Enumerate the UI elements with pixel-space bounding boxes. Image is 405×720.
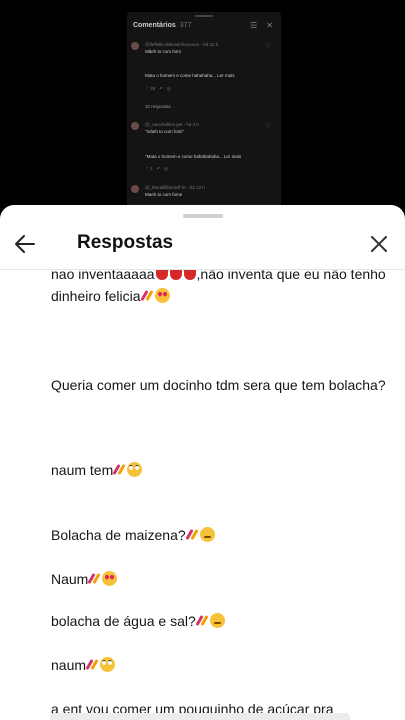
comment-text-2: Mata o homem e come hahahaha... Ler mais [145,73,235,78]
reply-text: nao inventaaaaa ,não inventa que eu não t… [51,270,386,307]
comments-count: 377 [179,22,192,29]
comment-text: "mãeh to com fomi" [145,129,184,134]
background-comments-view: Comentários 377 ☰ ✕ @fleflefle.delicatinho… [0,0,405,215]
eye-roll-emoji-icon [127,462,143,477]
comments-header-icons: ☰ ✕ [241,21,273,30]
comment-user[interactable]: @_nancheflins.pet - há 3 h [145,122,199,128]
reply-text-part: Bolacha de maizena? [51,527,186,543]
comment-item[interactable]: @_fiterallfilbestcff·fe - há 13 h Maeh t… [131,185,275,205]
dancer-emoji-icon [155,270,168,280]
sparkles-emoji-icon [141,288,154,303]
reply-text-part: bolacha de água e sal? [51,613,196,629]
reply-text: Naum [51,568,386,590]
filter-icon[interactable]: ☰ [250,21,257,30]
sparkles-emoji-icon [86,657,99,672]
like-count: 28 [150,86,156,91]
close-icon[interactable]: ✕ [266,21,273,30]
comment-actions: ♡ 28 ↶ ◎ [145,86,171,91]
sparkles-emoji-icon [186,527,199,542]
comment-item[interactable]: @fleflefle.delicatinhoooooo - há 22 h Mã… [131,42,275,109]
comment-item[interactable]: @_nancheflins.pet - há 3 h "mãeh to com … [131,122,275,182]
awkward-face-emoji-icon [199,527,215,542]
close-icon[interactable] [367,232,391,256]
like-icon[interactable]: ♡ [266,44,271,50]
reply-text-part: Naum [51,571,89,587]
reply-text-part: nao inventaaaaa [51,270,155,282]
awkward-face-emoji-icon [209,613,225,628]
avatar[interactable] [131,185,139,193]
comments-drag-handle [195,15,213,17]
bottom-input-bar[interactable] [50,713,350,720]
replies-sheet: Respostas nao inventaaaaa ,não inventa qu… [0,205,405,720]
heart-eyes-emoji-icon [102,571,118,586]
comment-actions: ♡ 1 ↶ ◎ [145,166,169,171]
comment-user[interactable]: @_fiterallfilbestcff·fe - há 13 h [145,185,205,191]
sparkles-emoji-icon [196,613,209,628]
reply-text: Queria comer um docinho tdm sera que tem… [51,374,386,396]
reply-text-part: naum tem [51,462,114,478]
reply-text: naum [51,654,386,676]
avatar[interactable] [131,122,139,130]
reply-text: naum tem [51,459,386,481]
reply-text-part: naum [51,657,87,673]
comments-header: Comentários 377 [133,22,191,29]
sparkles-emoji-icon [113,462,126,477]
comment-text-2: "Mata o homem e come hahahahaha... Ler m… [145,154,242,159]
replies-link[interactable]: 32 respostas [145,104,171,110]
heart-eyes-emoji-icon [154,288,170,303]
dancer-emoji-icon [169,270,182,280]
comment-user[interactable]: @fleflefle.delicatinhoooooo - há 22 h [145,42,218,48]
avatar[interactable] [131,42,139,50]
back-arrow-icon[interactable] [12,231,38,257]
reply-text: Bolacha de maizena? [51,524,386,546]
comment-text: Mãeh to com fomi [145,49,181,54]
reply-text: bolacha de água e sal? [51,610,386,632]
sparkles-emoji-icon [88,571,101,586]
comments-panel: Comentários 377 ☰ ✕ @fleflefle.delicatinho… [127,12,281,212]
reply-text-part: Queria comer um docinho tdm sera que tem… [51,377,386,393]
comments-title: Comentários [133,22,176,29]
sheet-drag-handle[interactable] [183,214,223,218]
eye-roll-emoji-icon [100,657,116,672]
like-count: 1 [150,166,153,171]
comment-text: Maeh to com fome [145,192,183,197]
replies-list[interactable]: nao inventaaaaa ,não inventa que eu não t… [0,270,405,720]
sheet-title: Respostas [77,232,174,253]
like-icon[interactable]: ♡ [266,124,271,130]
dancer-emoji-icon [183,270,196,280]
